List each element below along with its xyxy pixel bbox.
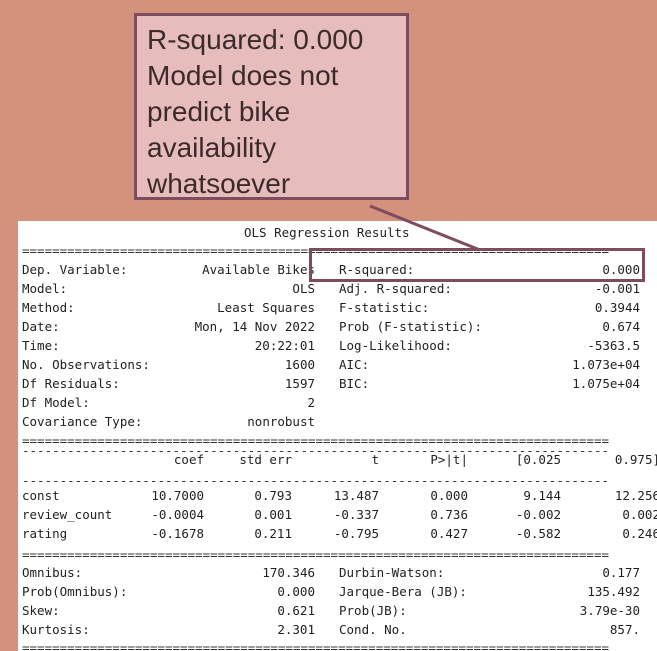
callout-line: R-squared: 0.000 (147, 24, 364, 55)
r-squared-highlight-box (309, 248, 645, 282)
annotation-callout: R-squared: 0.000 Model does not predict … (134, 13, 409, 200)
callout-line: whatsoever (147, 168, 291, 199)
callout-line: Model does not (147, 60, 339, 91)
callout-line: predict bike (147, 96, 291, 127)
callout-line: availability (147, 132, 277, 163)
